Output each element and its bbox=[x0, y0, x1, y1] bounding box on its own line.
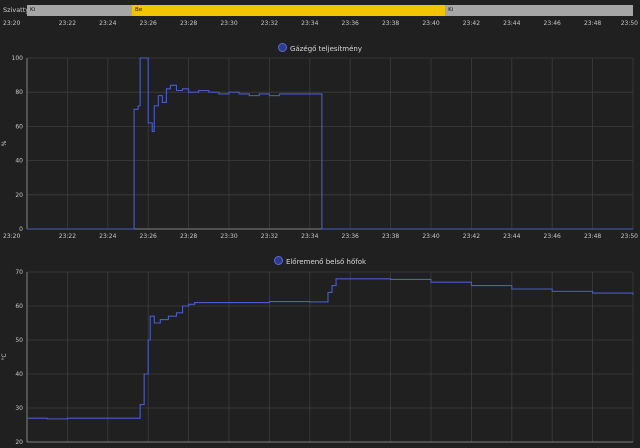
timeline-tick-label: 23:36 bbox=[341, 20, 359, 27]
y-tick-label: 80 bbox=[15, 89, 23, 96]
timeline-tick-label: 23:28 bbox=[179, 20, 198, 27]
timeline-axis: 23:20 23:22 23:24 23:26 23:28 23:30 23:32 23:34… bbox=[0, 20, 640, 32]
pump-timeline: Szivattyú Ki Be Ki 23:20 23:22 23:24 23:26 23:… bbox=[0, 0, 640, 34]
x-tick-label: 23:36 bbox=[342, 233, 359, 240]
series-line bbox=[27, 57, 633, 230]
y-tick-label: 60 bbox=[15, 123, 23, 130]
legend-dot-icon bbox=[273, 256, 283, 265]
timeline-tick-label: 23:32 bbox=[260, 20, 279, 27]
y-axis-label: % bbox=[1, 140, 8, 146]
x-tick-label: 23:24 bbox=[99, 233, 116, 240]
series-line bbox=[27, 278, 634, 420]
timeline-tick-label: 23:48 bbox=[583, 20, 602, 27]
x-tick-label: 23:48 bbox=[584, 233, 601, 240]
timeline-tick-label: 23:34 bbox=[301, 20, 319, 27]
timeline-tick-label: 23:38 bbox=[381, 20, 400, 27]
x-tick-label: 23:42 bbox=[463, 233, 480, 240]
timeline-tick-label: 23:50 bbox=[620, 20, 638, 27]
y-tick-label: 40 bbox=[15, 158, 23, 165]
x-tick-label: 23:46 bbox=[544, 233, 561, 240]
timeline-segment-off[interactable]: Ki bbox=[445, 5, 633, 16]
x-tick-label: 23:32 bbox=[261, 233, 278, 240]
x-tick-label: 23:34 bbox=[301, 233, 318, 240]
timeline-tick-label: 23:30 bbox=[220, 20, 238, 27]
x-tick-label: 23:30 bbox=[220, 233, 237, 240]
y-tick-label: 20 bbox=[15, 192, 23, 199]
timeline-tick-label: 23:26 bbox=[139, 20, 157, 27]
y-tick-label: 50 bbox=[15, 337, 23, 344]
y-axis-label: °C bbox=[1, 353, 8, 360]
y-tick-label: 40 bbox=[15, 371, 23, 378]
timeline-tick-label: 23:44 bbox=[503, 20, 521, 27]
y-tick-label: 60 bbox=[15, 303, 23, 310]
timeline-track[interactable]: Ki Be Ki bbox=[27, 5, 633, 16]
x-tick-label: 23:44 bbox=[503, 233, 520, 240]
x-tick-label: 23:28 bbox=[180, 233, 197, 240]
timeline-segment-off[interactable]: Ki bbox=[27, 5, 133, 16]
chart-legend[interactable]: Előremenő belső hőfok bbox=[0, 256, 640, 266]
timeline-tick-label: 23:40 bbox=[422, 20, 440, 27]
chart-plot: 20 30 40 50 60 70 °C bbox=[1, 269, 634, 446]
x-tick-label: 23:20 bbox=[3, 233, 20, 240]
timeline-tick-label: 23:46 bbox=[543, 20, 561, 27]
legend-dot-icon bbox=[278, 43, 288, 52]
y-tick-label: 70 bbox=[15, 269, 23, 276]
timeline-tick-label: 23:22 bbox=[58, 20, 77, 27]
timeline-tick-label: 23:42 bbox=[462, 20, 481, 27]
timeline-segment-on[interactable]: Be bbox=[132, 5, 446, 16]
chart-plot: 0 20 40 60 80 100 23:20 23:22 23:24 23:26 23:28 23:… bbox=[1, 55, 638, 240]
x-tick-label: 23:22 bbox=[59, 233, 76, 240]
burner-power-chart[interactable]: Gázégő teljesítmény 0 20 40 60 80 100 23:20 23:… bbox=[0, 36, 640, 246]
timeline-tick-label: 23:24 bbox=[99, 20, 117, 27]
y-tick-label: 30 bbox=[15, 405, 23, 412]
x-tick-label: 23:38 bbox=[382, 233, 399, 240]
flow-temp-chart[interactable]: Előremenő belső hőfok 20 30 40 50 60 70 °C bbox=[0, 246, 640, 446]
chart-legend[interactable]: Gázégő teljesítmény bbox=[0, 43, 640, 53]
timeline-tick-label: 23:20 bbox=[3, 20, 21, 27]
x-tick-label: 23:40 bbox=[422, 233, 439, 240]
y-tick-label: 0 bbox=[19, 226, 23, 233]
x-tick-label: 23:26 bbox=[140, 233, 157, 240]
y-tick-label: 100 bbox=[12, 55, 24, 62]
x-tick-label: 23:50 bbox=[621, 233, 638, 240]
y-tick-label: 20 bbox=[15, 439, 23, 444]
legend-label: Gázégő teljesítmény bbox=[290, 45, 362, 53]
legend-label: Előremenő belső hőfok bbox=[285, 258, 367, 266]
